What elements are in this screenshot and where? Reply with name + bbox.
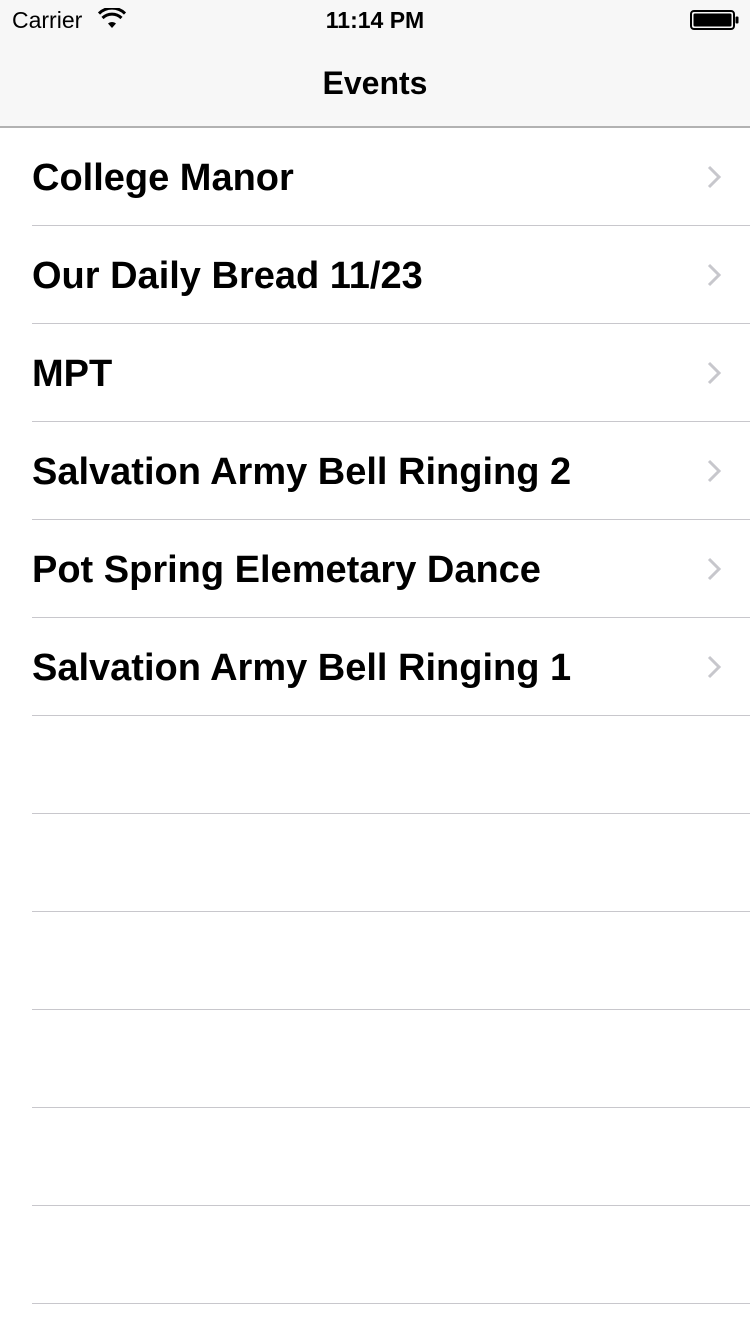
chevron-right-icon [707, 361, 722, 385]
chevron-right-icon [707, 459, 722, 483]
event-label: Pot Spring Elemetary Dance [32, 549, 541, 591]
event-label: Our Daily Bread 11/23 [32, 255, 423, 297]
events-table[interactable]: College Manor Our Daily Bread 11/23 MPT … [0, 128, 750, 1334]
event-label: MPT [32, 353, 113, 395]
chevron-right-icon [707, 165, 722, 189]
empty-row [32, 912, 750, 1010]
empty-row [32, 1108, 750, 1206]
empty-row [32, 716, 750, 814]
status-bar: Carrier 11:14 PM [0, 0, 750, 40]
page-title: Events [322, 65, 428, 101]
event-row-pot-spring-dance[interactable]: Pot Spring Elemetary Dance [32, 520, 750, 618]
event-label: Salvation Army Bell Ringing 1 [32, 647, 572, 689]
chevron-right-icon [707, 557, 722, 581]
empty-row [32, 1206, 750, 1304]
empty-row [32, 1010, 750, 1108]
empty-row [32, 814, 750, 912]
event-row-salvation-army-1[interactable]: Salvation Army Bell Ringing 1 [32, 618, 750, 716]
chevron-right-icon [707, 655, 722, 679]
event-row-college-manor[interactable]: College Manor [32, 128, 750, 226]
status-time: 11:14 PM [325, 7, 425, 33]
navigation-bar: Events [0, 40, 750, 128]
event-row-mpt[interactable]: MPT [32, 324, 750, 422]
event-row-salvation-army-2[interactable]: Salvation Army Bell Ringing 2 [32, 422, 750, 520]
chevron-right-icon [707, 263, 722, 287]
battery-icon [690, 10, 739, 30]
event-label: College Manor [32, 157, 294, 199]
event-label: Salvation Army Bell Ringing 2 [32, 451, 572, 493]
event-row-our-daily-bread[interactable]: Our Daily Bread 11/23 [32, 226, 750, 324]
